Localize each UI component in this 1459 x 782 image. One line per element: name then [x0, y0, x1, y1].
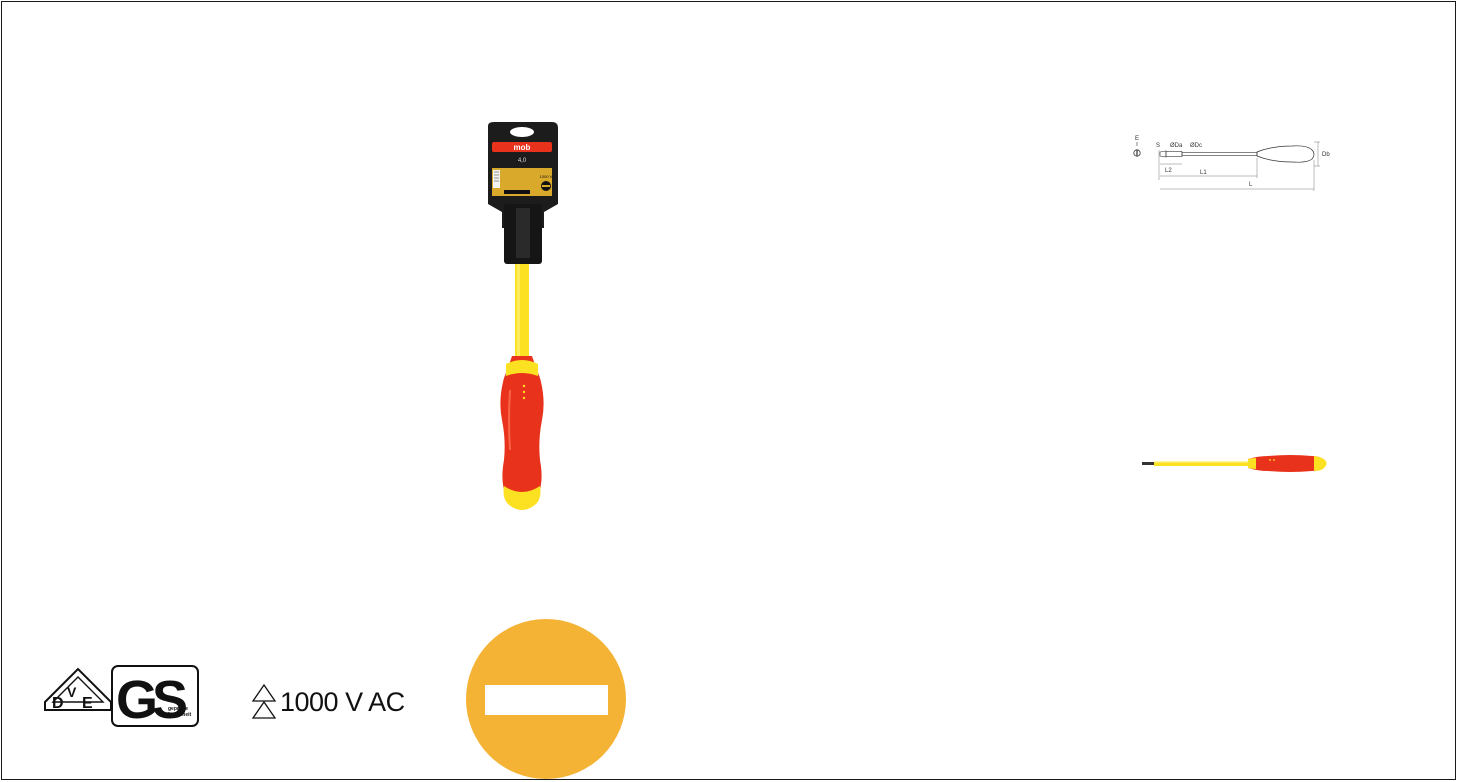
dve-letter-d: D: [52, 695, 64, 712]
slotted-tip-icon: [466, 619, 626, 779]
gs-text: GS: [116, 670, 186, 728]
brand-label: mob: [514, 143, 531, 152]
voltage-rating-text: 1000 V AC: [280, 686, 405, 717]
dimension-drawing: E S ØDa ØDc Db L2 L1 L: [1133, 136, 1330, 191]
gs-caption-2: Sicherheit: [167, 712, 192, 718]
dve-letter-v: V: [67, 684, 77, 700]
dim-label-db: Db: [1322, 152, 1330, 158]
product-sheet: mob 4,0 1000 V E S ØDa ØDc Db L2 L1 L D …: [1, 1, 1456, 780]
screwdriver-packaged-image: mob 4,0 1000 V: [488, 122, 558, 510]
dim-label-l1: L1: [1200, 170, 1207, 176]
dim-label-l: L: [1249, 182, 1253, 188]
dve-gs-mark-icon: D V E GS geprüfte Sicherheit: [44, 665, 199, 728]
dim-label-dc: ØDc: [1190, 143, 1202, 149]
dim-label-da: ØDa: [1170, 143, 1183, 149]
double-triangle-icon: [251, 683, 277, 719]
screwdriver-side-image: [1142, 455, 1327, 472]
dve-letter-e: E: [82, 695, 93, 712]
dim-label-e: E: [1135, 136, 1139, 142]
voltage-rating: 1000 V AC: [250, 682, 405, 722]
size-label: 4,0: [518, 158, 527, 164]
dim-label-s: S: [1156, 143, 1160, 149]
voltage-label: 1000 V: [540, 174, 553, 179]
dim-label-l2: L2: [1165, 168, 1172, 174]
